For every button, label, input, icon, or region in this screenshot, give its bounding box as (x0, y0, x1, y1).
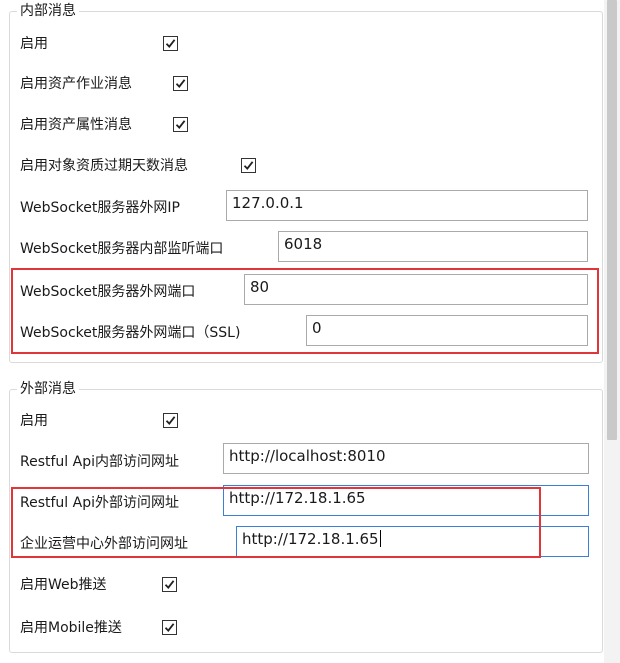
internal-message-legend: 内部消息 (17, 2, 79, 20)
web-push-checkbox[interactable] (162, 577, 177, 592)
object-qualification-expiry-checkbox[interactable] (241, 158, 256, 173)
restful-internal-url-input[interactable]: http://localhost:8010 (223, 443, 589, 474)
asset-job-message-label: 启用资产作业消息 (20, 76, 132, 92)
restful-internal-url-value: http://localhost:8010 (229, 447, 386, 465)
asset-job-message-checkbox[interactable] (173, 76, 188, 91)
asset-attribute-message-checkbox[interactable] (173, 117, 188, 132)
websocket-internal-port-value: 6018 (284, 235, 323, 253)
web-push-label: 启用Web推送 (20, 577, 107, 593)
external-enable-checkbox[interactable] (163, 413, 178, 428)
external-enable-label: 启用 (20, 413, 48, 429)
internal-enable-checkbox[interactable] (163, 36, 178, 51)
websocket-external-ip-input[interactable]: 127.0.0.1 (226, 190, 588, 221)
websocket-external-ip-value: 127.0.0.1 (232, 194, 304, 212)
external-message-legend: 外部消息 (17, 380, 79, 398)
internal-enable-label: 启用 (20, 36, 48, 52)
mobile-push-checkbox[interactable] (162, 620, 177, 635)
websocket-internal-port-input[interactable]: 6018 (278, 231, 588, 262)
object-qualification-expiry-label: 启用对象资质过期天数消息 (20, 158, 188, 174)
websocket-internal-port-label: WebSocket服务器内部监听端口 (20, 241, 224, 257)
scrollbar-thumb[interactable] (607, 0, 617, 440)
restful-internal-url-label: Restful Api内部访问网址 (20, 454, 179, 470)
asset-attribute-message-label: 启用资产属性消息 (20, 117, 132, 133)
mobile-push-label: 启用Mobile推送 (20, 620, 122, 636)
highlight-box-external-urls (11, 487, 541, 558)
highlight-box-websocket-ports (11, 268, 599, 354)
websocket-external-ip-label: WebSocket服务器外网IP (20, 200, 180, 216)
